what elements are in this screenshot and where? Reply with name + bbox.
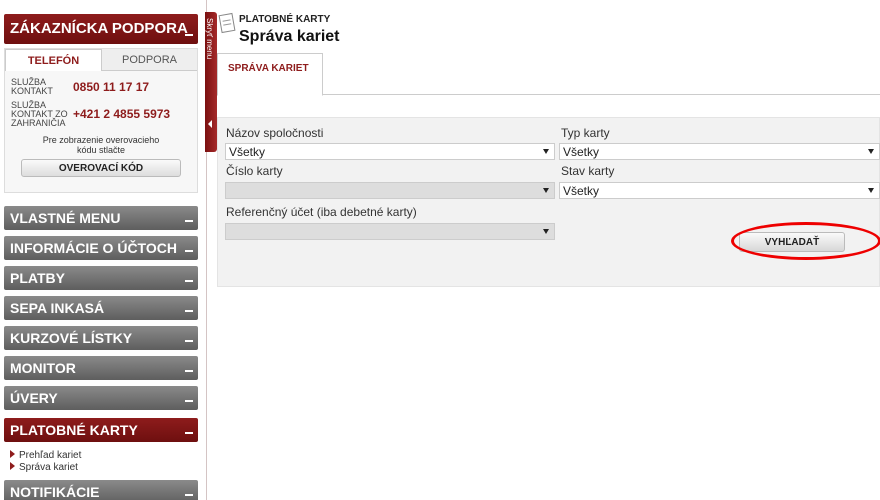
sub-item-card-management[interactable]: Správa kariet (10, 462, 78, 473)
company-select[interactable]: Všetky (225, 143, 555, 160)
arrow-right-icon (10, 450, 15, 458)
nav-label: PLATBY (10, 270, 65, 286)
nav-accounts[interactable]: INFORMÁCIE O ÚČTOCH (4, 236, 198, 260)
dropdown-arrow-icon (543, 229, 549, 234)
nav-own-menu[interactable]: VLASTNÉ MENU (4, 206, 198, 230)
card-number-label: Číslo karty (226, 164, 283, 178)
sub-item-label: Správa kariet (19, 462, 78, 473)
contact-label: SLUŽBA KONTAKT ZO ZAHRANIČIA (11, 99, 68, 128)
nav-label: PLATOBNÉ KARTY (10, 422, 138, 438)
dropdown-arrow-icon (543, 149, 549, 154)
card-state-label: Stav karty (561, 164, 615, 178)
nav-label: MONITOR (10, 360, 76, 376)
sub-item-label: Prehľad kariet (19, 450, 82, 461)
card-number-select[interactable] (225, 182, 555, 199)
dropdown-arrow-icon (543, 188, 549, 193)
nav-label: SEPA INKASÁ (10, 300, 105, 316)
chevron-down-icon (184, 310, 194, 316)
dropdown-arrow-icon (868, 188, 874, 193)
contact-row: SLUŽBA KONTAKT ZO ZAHRANIČIA +421 2 4855… (5, 99, 197, 129)
nav-payments[interactable]: PLATBY (4, 266, 198, 290)
card-state-value: Všetky (563, 184, 600, 198)
ref-account-select[interactable] (225, 223, 555, 240)
nav-label: KURZOVÉ LÍSTKY (10, 330, 133, 346)
document-icon (218, 12, 236, 34)
support-title: ZÁKAZNÍCKA PODPORA (10, 20, 188, 37)
nav-payment-cards[interactable]: PLATOBNÉ KARTY (4, 418, 198, 442)
support-box: TELEFÓN PODPORA SLUŽBA KONTAKT 0850 11 1… (4, 48, 198, 193)
chevron-down-icon (184, 220, 194, 226)
arrow-left-icon (208, 120, 212, 128)
company-label: Názov spoločnosti (226, 126, 324, 140)
ref-account-label: Referenčný účet (iba debetné karty) (226, 205, 417, 219)
nav-loans[interactable]: ÚVERY (4, 386, 198, 410)
chevron-down-icon (184, 250, 194, 256)
breadcrumb: PLATOBNÉ KARTY (239, 14, 331, 25)
nav-sepa[interactable]: SEPA INKASÁ (4, 296, 198, 320)
contact-phone: 0850 11 17 17 (73, 80, 150, 94)
card-type-value: Všetky (563, 145, 600, 159)
nav-label: ÚVERY (10, 390, 58, 406)
chevron-down-icon (184, 370, 194, 376)
card-state-select[interactable]: Všetky (559, 182, 880, 199)
contact-row: SLUŽBA KONTAKT 0850 11 17 17 (5, 75, 197, 99)
tab-phone[interactable]: TELEFÓN (5, 49, 102, 71)
nav-notifications[interactable]: NOTIFIKÁCIE (4, 480, 198, 500)
highlight-ellipse (731, 222, 880, 260)
chevron-down-icon (184, 340, 194, 346)
nav-label: NOTIFIKÁCIE (10, 484, 100, 500)
dropdown-arrow-icon (868, 149, 874, 154)
nav-label: VLASTNÉ MENU (10, 210, 121, 226)
main-content: PLATOBNÉ KARTY Správa kariet SPRÁVA KARI… (217, 0, 880, 500)
support-header[interactable]: ZÁKAZNÍCKA PODPORA (4, 14, 198, 44)
nav-exchange-rates[interactable]: KURZOVÉ LÍSTKY (4, 326, 198, 350)
chevron-down-icon (184, 34, 194, 40)
tab-support[interactable]: PODPORA (102, 49, 197, 71)
card-type-select[interactable]: Všetky (559, 143, 880, 160)
nav-monitor[interactable]: MONITOR (4, 356, 198, 380)
hide-menu-toggle[interactable]: Skryť menu (205, 12, 217, 152)
tab-card-management[interactable]: SPRÁVA KARIET (217, 53, 323, 96)
contact-label: SLUŽBA KONTAKT (11, 77, 53, 96)
company-value: Všetky (229, 145, 266, 159)
tab-bar: SPRÁVA KARIET (217, 53, 880, 96)
chevron-down-icon (184, 280, 194, 286)
sub-item-card-overview[interactable]: Prehľad kariet (10, 450, 81, 461)
nav-label: INFORMÁCIE O ÚČTOCH (10, 240, 177, 256)
chevron-down-icon (184, 494, 194, 500)
chevron-down-icon (184, 432, 194, 438)
chevron-down-icon (184, 400, 194, 406)
verify-text: Pre zobrazenie overovacieho kódu stlačte (42, 135, 160, 155)
page-title: Správa kariet (239, 28, 340, 45)
contact-phone-abroad: +421 2 4855 5973 (73, 107, 171, 121)
hide-menu-label: Skryť menu (205, 18, 214, 60)
card-type-label: Typ karty (561, 126, 610, 140)
arrow-right-icon (10, 462, 15, 470)
verify-code-button[interactable]: OVEROVACÍ KÓD (21, 159, 181, 177)
sidebar: ZÁKAZNÍCKA PODPORA TELEFÓN PODPORA SLUŽB… (0, 0, 203, 500)
